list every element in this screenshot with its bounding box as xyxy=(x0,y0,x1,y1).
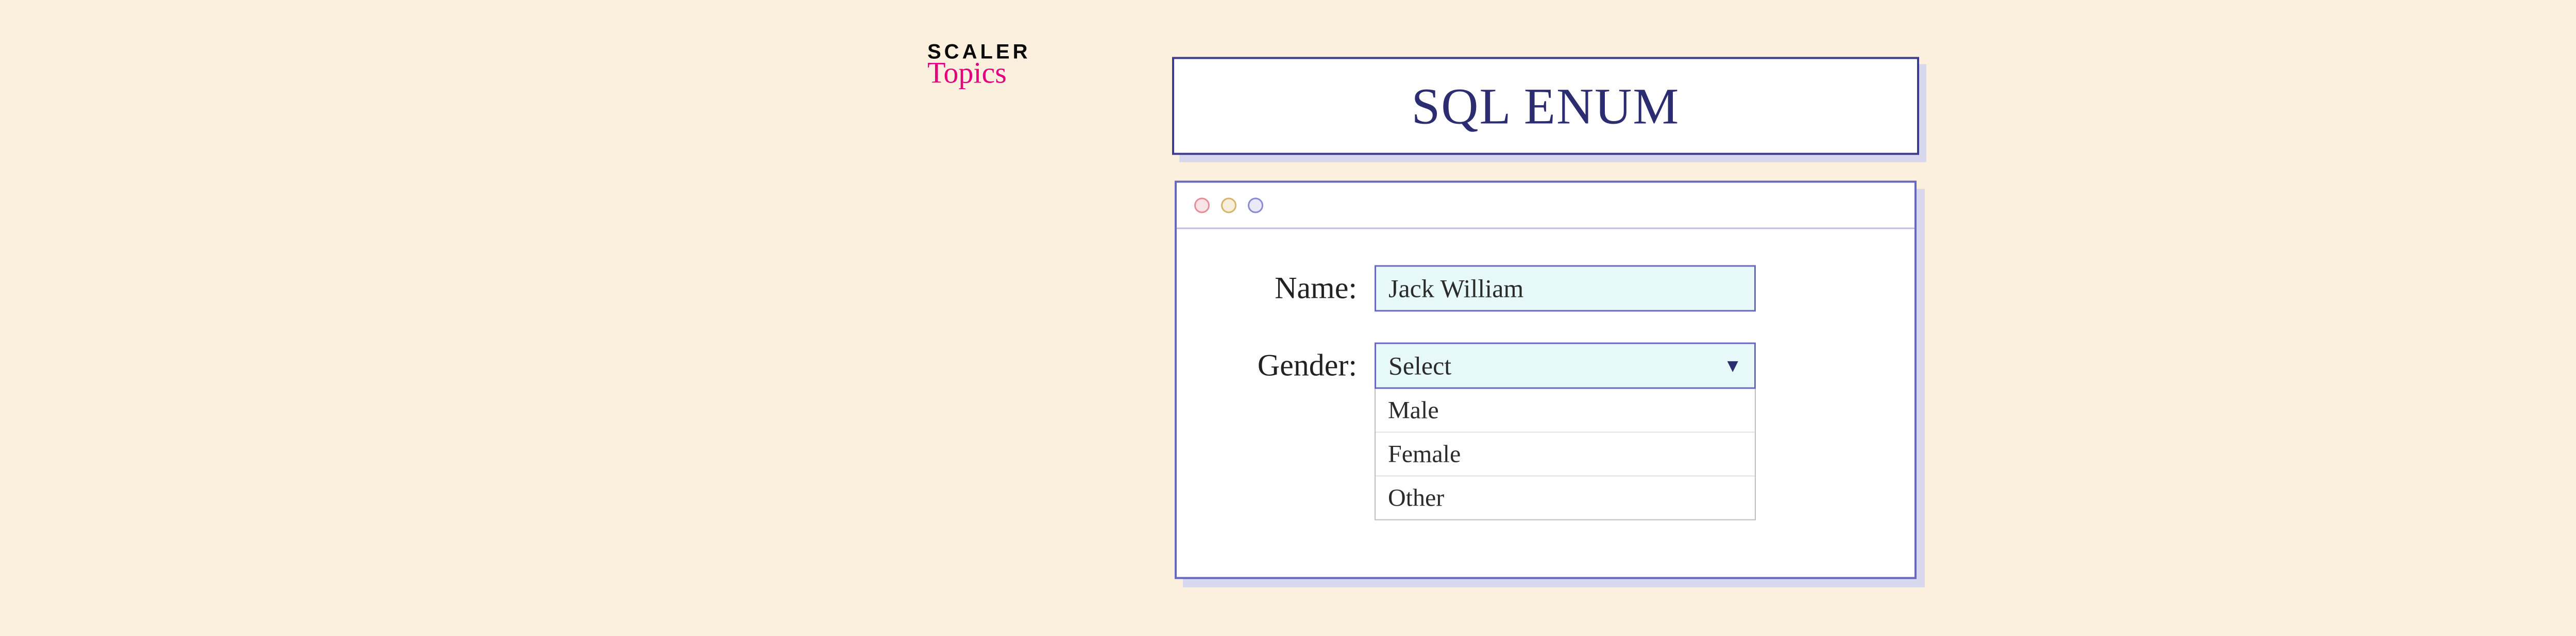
gender-option-other[interactable]: Other xyxy=(1376,477,1755,520)
gender-options-list: Male Female Other xyxy=(1375,389,1756,521)
name-row: Name: Jack William xyxy=(1223,265,1868,312)
window-titlebar xyxy=(1177,183,1914,229)
gender-select[interactable]: Select ▼ xyxy=(1375,343,1756,389)
title-box: SQL ENUM xyxy=(1172,57,1919,155)
gender-option-female[interactable]: Female xyxy=(1376,433,1755,477)
gender-selected-value: Select xyxy=(1388,351,1451,381)
gender-label: Gender: xyxy=(1223,343,1357,383)
gender-row: Gender: Select ▼ Male Female Other xyxy=(1223,343,1868,521)
name-input-value: Jack William xyxy=(1388,274,1523,304)
title-container: SQL ENUM xyxy=(1172,57,1919,155)
window-container: Name: Jack William Gender: Select ▼ Male xyxy=(1175,181,1917,579)
page-title: SQL ENUM xyxy=(1412,76,1680,136)
app-window: Name: Jack William Gender: Select ▼ Male xyxy=(1175,181,1917,579)
close-icon[interactable] xyxy=(1194,197,1210,213)
minimize-icon[interactable] xyxy=(1221,197,1236,213)
name-label: Name: xyxy=(1223,265,1357,306)
gender-option-male[interactable]: Male xyxy=(1376,389,1755,433)
chevron-down-icon: ▼ xyxy=(1723,355,1742,377)
scaler-topics-logo: SCALER Topics xyxy=(927,42,1030,88)
gender-select-wrap: Select ▼ Male Female Other xyxy=(1375,343,1756,521)
name-input[interactable]: Jack William xyxy=(1375,265,1756,312)
logo-text-topics: Topics xyxy=(927,58,1007,88)
maximize-icon[interactable] xyxy=(1248,197,1263,213)
form-body: Name: Jack William Gender: Select ▼ Male xyxy=(1177,229,1914,577)
